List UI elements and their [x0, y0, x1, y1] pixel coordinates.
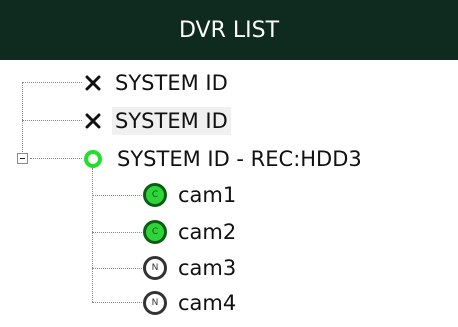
x-icon [84, 112, 102, 130]
tree-connector [92, 195, 142, 196]
tree-node-label: SYSTEM ID - REC:HDD3 [117, 147, 362, 171]
tree-node-label: SYSTEM ID [115, 71, 228, 95]
camera-label: cam2 [178, 220, 237, 244]
camera-item[interactable]: C cam1 [143, 180, 239, 210]
camera-connected-icon: C [143, 183, 167, 207]
tree-connector [92, 302, 142, 303]
tree-node-system[interactable]: SYSTEM ID [84, 106, 231, 136]
camera-label: cam4 [178, 291, 237, 315]
tree-connector [22, 82, 23, 162]
panel-header: DVR LIST [0, 0, 458, 60]
camera-item[interactable]: N cam3 [143, 253, 239, 283]
tree-connector [22, 82, 82, 83]
tree-connector [92, 168, 93, 302]
tree-connector [92, 268, 142, 269]
camera-connected-icon: C [143, 220, 167, 244]
camera-label: cam3 [178, 256, 237, 280]
camera-label: cam1 [178, 183, 237, 207]
camera-item[interactable]: C cam2 [143, 217, 239, 247]
tree-connector [22, 120, 82, 121]
tree-connector [92, 232, 142, 233]
tree-node-system-recording[interactable]: SYSTEM ID - REC:HDD3 [84, 144, 365, 174]
tree-connector [30, 158, 82, 159]
camera-none-icon: N [143, 256, 167, 280]
x-icon [84, 74, 102, 92]
collapse-toggle[interactable] [17, 153, 28, 164]
camera-item[interactable]: N cam4 [143, 288, 239, 318]
dvr-list-panel: DVR LIST SYSTEM ID SYSTEM ID SYSTEM ID -… [0, 0, 458, 327]
tree-node-system[interactable]: SYSTEM ID [84, 68, 231, 98]
green-ring-icon [84, 150, 102, 168]
tree-node-label: SYSTEM ID [112, 107, 231, 135]
panel-title: DVR LIST [178, 17, 280, 43]
camera-none-icon: N [143, 291, 167, 315]
dvr-tree: SYSTEM ID SYSTEM ID SYSTEM ID - REC:HDD3… [0, 60, 458, 327]
